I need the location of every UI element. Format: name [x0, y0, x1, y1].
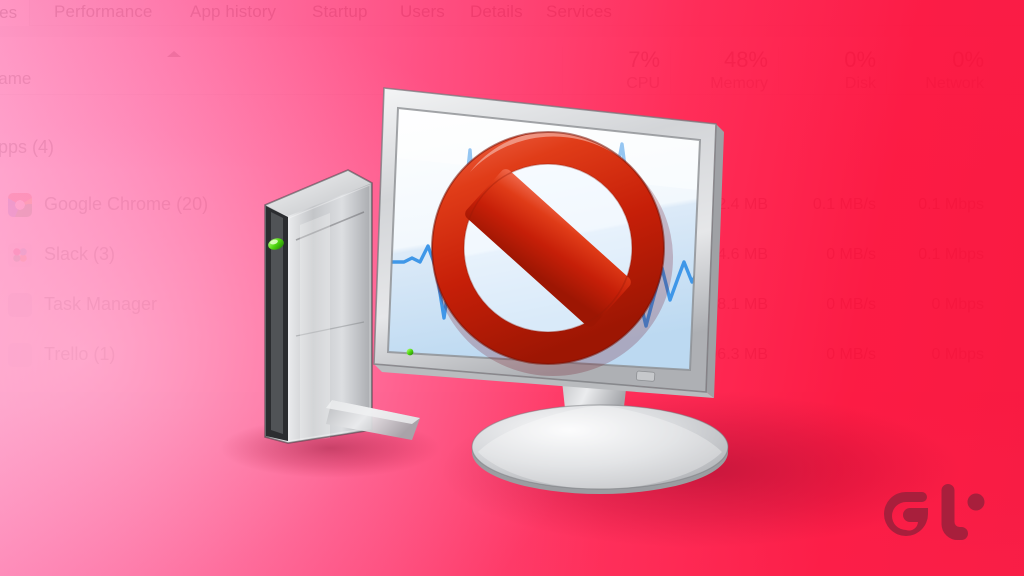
guiding-tech-logo-glyph — [884, 484, 985, 541]
computer-illustration — [220, 87, 960, 548]
power-button[interactable] — [636, 370, 656, 382]
monitor-led-icon — [406, 348, 414, 356]
computer-tower — [264, 169, 373, 444]
guiding-tech-logo — [884, 484, 985, 541]
